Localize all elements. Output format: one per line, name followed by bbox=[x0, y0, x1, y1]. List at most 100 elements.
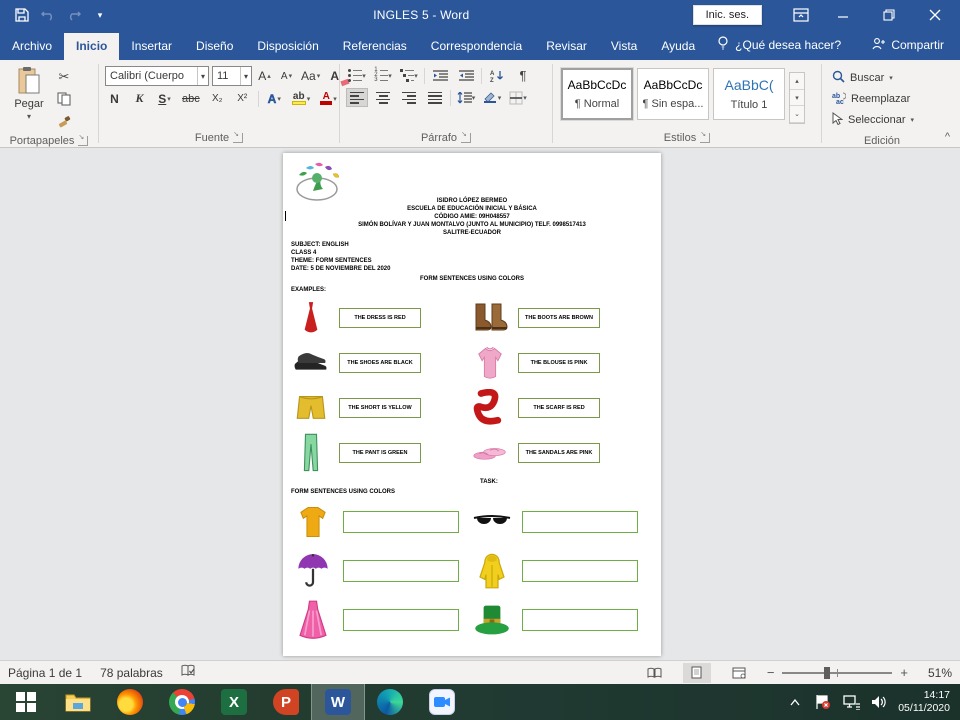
share-button[interactable]: Compartir bbox=[856, 31, 960, 60]
volume-icon[interactable] bbox=[870, 693, 888, 711]
tab-inicio[interactable]: Inicio bbox=[64, 33, 119, 60]
increase-indent-button[interactable] bbox=[455, 66, 477, 85]
tab-disposicion[interactable]: Disposición bbox=[245, 33, 330, 60]
sort-button[interactable]: AZ bbox=[486, 66, 508, 85]
find-button[interactable]: Buscar ▾ bbox=[832, 70, 914, 86]
bullets-button[interactable]: ▾ bbox=[346, 66, 368, 85]
bold-button[interactable]: N bbox=[105, 89, 124, 108]
align-right-button[interactable] bbox=[398, 88, 420, 107]
redo-icon[interactable] bbox=[66, 7, 82, 23]
tell-me-box[interactable]: ¿Qué desea hacer? bbox=[707, 30, 851, 60]
network-icon[interactable] bbox=[842, 693, 860, 711]
find-dropdown-icon[interactable]: ▾ bbox=[889, 74, 893, 82]
strikethrough-button[interactable]: abc bbox=[180, 89, 202, 108]
word-count[interactable]: 78 palabras bbox=[100, 666, 163, 680]
page-count[interactable]: Página 1 de 1 bbox=[8, 666, 82, 680]
tab-correspondencia[interactable]: Correspondencia bbox=[419, 33, 534, 60]
clipboard-dialog-launcher[interactable] bbox=[78, 136, 88, 146]
font-name-combo[interactable]: Calibri (Cuerpo ▾ bbox=[105, 66, 209, 86]
change-case-button[interactable]: Aa▾ bbox=[299, 67, 322, 86]
grow-font-button[interactable]: A▴ bbox=[255, 67, 274, 86]
excel-button[interactable]: X bbox=[208, 684, 260, 720]
font-name-dropdown-icon[interactable]: ▾ bbox=[197, 67, 208, 85]
align-center-button[interactable] bbox=[372, 88, 394, 107]
replace-button[interactable]: abac Reemplazar bbox=[832, 91, 914, 107]
multilevel-list-button[interactable]: ▾ bbox=[398, 66, 420, 85]
clock[interactable]: 14:17 05/11/2020 bbox=[898, 689, 950, 715]
sign-in-button[interactable]: Inic. ses. bbox=[693, 5, 762, 25]
undo-icon[interactable] bbox=[40, 7, 56, 23]
superscript-button[interactable]: X² bbox=[233, 89, 252, 108]
line-spacing-button[interactable]: ▾ bbox=[455, 88, 477, 107]
text-effects-button[interactable]: A▾ bbox=[265, 89, 284, 108]
underline-button[interactable]: S▾ bbox=[155, 89, 174, 108]
tab-revisar[interactable]: Revisar bbox=[534, 33, 599, 60]
paste-dropdown-icon[interactable]: ▾ bbox=[27, 112, 31, 121]
styles-gallery-scrollbar[interactable]: ▴ ▾ ⌄ bbox=[789, 72, 805, 124]
font-dialog-launcher[interactable] bbox=[233, 133, 243, 143]
tab-vista[interactable]: Vista bbox=[599, 33, 649, 60]
select-button[interactable]: Seleccionar ▾ bbox=[832, 112, 914, 128]
tab-ayuda[interactable]: Ayuda bbox=[649, 33, 707, 60]
document-page[interactable]: ISIDRO LÓPEZ BERMEO ESCUELA DE EDUCACIÓN… bbox=[283, 153, 661, 656]
close-button[interactable] bbox=[914, 2, 956, 28]
shrink-font-button[interactable]: A▾ bbox=[277, 67, 296, 86]
customize-qat-icon[interactable]: ▾ bbox=[92, 7, 108, 23]
zoom-in-icon[interactable]: + bbox=[900, 665, 908, 680]
styles-dialog-launcher[interactable] bbox=[700, 133, 710, 143]
highlight-button[interactable]: ab▾ bbox=[290, 89, 313, 108]
font-size-dropdown-icon[interactable]: ▾ bbox=[240, 67, 251, 85]
style-sin-espaciado[interactable]: AaBbCcDc ¶ Sin espa... bbox=[637, 68, 709, 120]
collapse-ribbon-icon[interactable]: ^ bbox=[945, 131, 950, 143]
paragraph-dialog-launcher[interactable] bbox=[461, 133, 471, 143]
ribbon-display-options-icon[interactable] bbox=[784, 3, 818, 27]
answer-box[interactable] bbox=[522, 609, 638, 631]
numbering-button[interactable]: 1 2 3 ▾ bbox=[372, 66, 394, 85]
font-size-combo[interactable]: 11 ▾ bbox=[212, 66, 252, 86]
hidden-icons-chevron[interactable] bbox=[786, 693, 804, 711]
styles-scroll-up-icon[interactable]: ▴ bbox=[790, 73, 804, 90]
tab-diseno[interactable]: Diseño bbox=[184, 33, 245, 60]
answer-box[interactable] bbox=[343, 560, 459, 582]
word-button[interactable]: W bbox=[312, 684, 364, 720]
styles-more-icon[interactable]: ⌄ bbox=[790, 106, 804, 123]
zoom-thumb[interactable] bbox=[824, 667, 830, 679]
powerpoint-button[interactable]: P bbox=[260, 684, 312, 720]
align-left-button[interactable] bbox=[346, 88, 368, 107]
edge-button[interactable] bbox=[364, 684, 416, 720]
answer-box[interactable] bbox=[522, 560, 638, 582]
show-paragraph-marks-button[interactable]: ¶ bbox=[512, 66, 534, 85]
minimize-button[interactable] bbox=[822, 2, 864, 28]
file-explorer-button[interactable] bbox=[52, 684, 104, 720]
tab-referencias[interactable]: Referencias bbox=[331, 33, 419, 60]
format-painter-icon[interactable] bbox=[54, 112, 74, 130]
shading-button[interactable]: ▾ bbox=[481, 88, 503, 107]
paste-button[interactable]: Pegar ▾ bbox=[6, 64, 52, 123]
tab-insertar[interactable]: Insertar bbox=[119, 33, 184, 60]
firefox-button[interactable] bbox=[104, 684, 156, 720]
start-button[interactable] bbox=[0, 684, 52, 720]
save-icon[interactable] bbox=[14, 7, 30, 23]
font-color-button[interactable]: A▾ bbox=[318, 89, 339, 108]
answer-box[interactable] bbox=[343, 609, 459, 631]
zoom-track[interactable] bbox=[782, 672, 892, 674]
justify-button[interactable] bbox=[424, 88, 446, 107]
italic-button[interactable]: K bbox=[130, 89, 149, 108]
style-titulo1[interactable]: AaBbC( Título 1 bbox=[713, 68, 785, 120]
security-flag-icon[interactable] bbox=[814, 693, 832, 711]
read-mode-button[interactable] bbox=[641, 663, 669, 683]
copy-icon[interactable] bbox=[54, 90, 74, 108]
restore-button[interactable] bbox=[868, 2, 910, 28]
cut-icon[interactable]: ✂ bbox=[54, 68, 74, 86]
decrease-indent-button[interactable] bbox=[429, 66, 451, 85]
styles-scroll-down-icon[interactable]: ▾ bbox=[790, 90, 804, 107]
print-layout-button[interactable] bbox=[683, 663, 711, 683]
zoom-slider[interactable]: − + bbox=[767, 665, 908, 680]
web-layout-button[interactable] bbox=[725, 663, 753, 683]
tab-archivo[interactable]: Archivo bbox=[0, 33, 64, 60]
chrome-button[interactable] bbox=[156, 684, 208, 720]
select-dropdown-icon[interactable]: ▾ bbox=[910, 116, 914, 124]
zoom-percentage[interactable]: 51% bbox=[922, 666, 952, 680]
subscript-button[interactable]: X₂ bbox=[208, 89, 227, 108]
style-normal[interactable]: AaBbCcDc ¶ Normal bbox=[561, 68, 633, 120]
